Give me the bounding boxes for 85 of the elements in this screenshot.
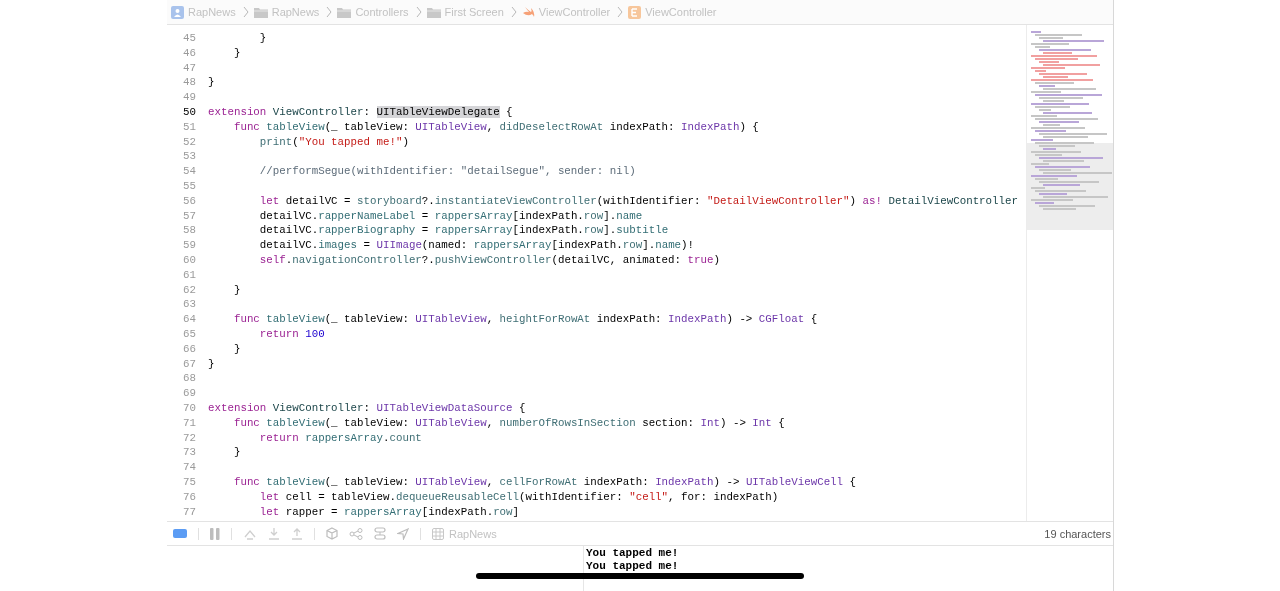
code-line: func tableView(_ tableView: UITableView, numberOfRowsInSection section: Int) -> Int {: [232, 415, 785, 431]
code-line: self.navigationController?.pushViewController(detailVC, animated: true): [258, 252, 720, 268]
line-number: 49: [182, 90, 196, 105]
code-line: detailVC.rapperBiography = rappersArray[indexPath.row].subtitle: [258, 223, 669, 239]
code-line: detailVC.images = UIImage(named: rappersArray[indexPath.row].name)!: [258, 238, 695, 253]
breadcrumb-item[interactable]: RapNews: [188, 6, 236, 18]
code-line: }: [232, 282, 241, 298]
line-number: 74: [182, 460, 196, 475]
chevron-icon: [415, 6, 422, 18]
class-icon: [628, 5, 642, 19]
chevron-icon: [617, 6, 624, 18]
code-line: }: [208, 356, 215, 372]
character-count: 19 characters: [1044, 527, 1111, 540]
line-number: 75: [182, 474, 196, 490]
line-number: 70: [182, 400, 196, 416]
line-number: 62: [182, 282, 196, 298]
line-number: 45: [182, 31, 196, 46]
line-number: 50: [182, 105, 196, 120]
code-line: return 100: [258, 326, 325, 342]
code-line: }: [232, 341, 241, 357]
code-line: //performSegue(withIdentifier: "detailSegue", sender: nil): [258, 164, 636, 179]
chevron-icon: [510, 6, 517, 18]
line-number: 77: [182, 504, 196, 520]
graph-icon[interactable]: [349, 527, 363, 540]
line-number: 56: [182, 193, 196, 209]
folder-icon: [337, 6, 352, 18]
breakpoints-icon[interactable]: [210, 527, 220, 540]
code-line: extension ViewController: UITableViewDataSource {: [208, 400, 526, 416]
console-output: You tapped me!: [586, 547, 679, 560]
code-line: extension ViewController: UITableViewDelegate {: [208, 105, 513, 120]
line-number: 51: [182, 119, 196, 135]
code-line: func tableView(_ tableView: UITableView, cellForRowAt indexPath: IndexPath) -> UITableViewCell {: [232, 474, 857, 490]
breadcrumb-item[interactable]: ViewController: [538, 6, 611, 18]
grid-icon: [432, 527, 444, 540]
swift-icon: [521, 6, 535, 18]
console-output: You tapped me!: [586, 560, 679, 573]
line-number: 65: [182, 326, 196, 342]
environment-icon[interactable]: [374, 527, 386, 540]
line-number: 59: [182, 238, 196, 253]
code-line: print("You tapped me!"): [258, 134, 409, 150]
line-number: 71: [182, 415, 196, 431]
code-line: }: [208, 75, 215, 91]
debug-area-toggle-icon[interactable]: [173, 529, 187, 538]
line-number: 47: [182, 60, 196, 76]
step-out-icon[interactable]: [291, 527, 303, 540]
line-number: 48: [182, 75, 196, 91]
line-number: 52: [182, 134, 196, 150]
line-number: 60: [182, 252, 196, 268]
line-number: 55: [182, 178, 196, 194]
line-number: 61: [182, 267, 196, 283]
cube-icon[interactable]: [326, 527, 338, 540]
code-line: detailVC.rapperNameLabel = rappersArray[indexPath.row].name: [258, 208, 643, 224]
code-line: return rappersArray.count: [258, 430, 422, 446]
line-number: 64: [182, 312, 196, 327]
code-line: }: [232, 445, 241, 461]
code-line: }: [232, 45, 241, 61]
line-number: 67: [182, 356, 196, 372]
chevron-icon: [326, 6, 333, 18]
folder-icon: [426, 6, 441, 18]
line-number: 54: [182, 164, 196, 179]
line-number: 46: [182, 45, 196, 61]
line-number: 57: [182, 208, 196, 224]
code-line: }: [258, 31, 267, 46]
line-number: 72: [182, 430, 196, 446]
code-line: func tableView(_ tableView: UITableView, didDeselectRowAt indexPath: IndexPath) {: [232, 119, 759, 135]
chevron-icon: [242, 6, 249, 18]
breadcrumb-item[interactable]: First Screen: [444, 6, 504, 18]
line-number: 63: [182, 297, 196, 313]
folder-icon: [253, 6, 268, 18]
app-icon: [171, 5, 184, 19]
line-number: 69: [182, 386, 196, 401]
code-line: let rapper = rappersArray[indexPath.row]: [258, 504, 520, 520]
line-number: 68: [182, 371, 196, 387]
code-line: let detailVC = storyboard?.instantiateViewController(withIdentifier: "DetailViewController") as! DetailViewController: [258, 193, 1018, 209]
line-number: 58: [182, 223, 196, 239]
location-icon[interactable]: [397, 527, 409, 540]
line-number: 73: [182, 445, 196, 461]
breadcrumb-item[interactable]: RapNews: [271, 6, 320, 18]
line-number: 53: [182, 149, 196, 165]
code-line: func tableView(_ tableView: UITableView, heightForRowAt indexPath: IndexPath) -> CGFloat {: [232, 312, 818, 327]
target-label: RapNews: [449, 527, 497, 540]
line-number: 66: [182, 341, 196, 357]
step-into-icon[interactable]: [268, 527, 280, 540]
line-number: 76: [182, 489, 196, 505]
code-line: let cell = tableView.dequeueReusableCell(withIdentifier: "cell", for: indexPath): [258, 489, 779, 505]
